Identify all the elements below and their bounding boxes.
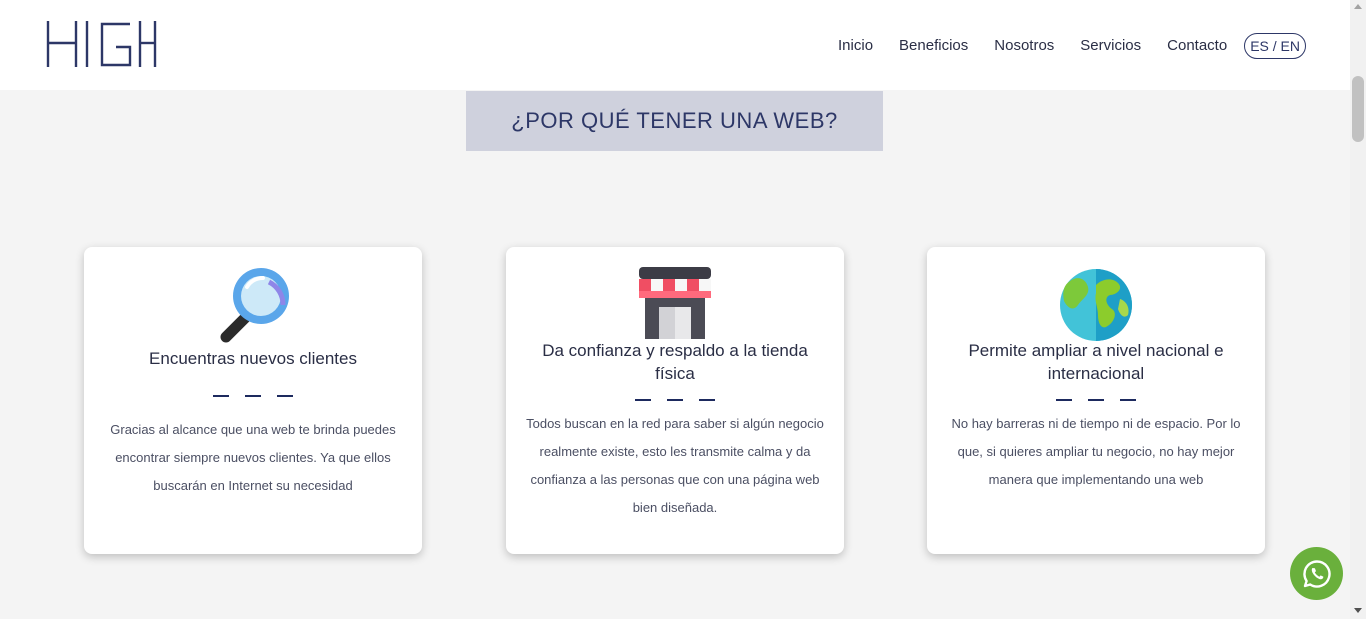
card-title: Permite ampliar a nivel nacional e inter… [968, 341, 1224, 383]
nav-nosotros[interactable]: Nosotros [994, 35, 1054, 57]
section-title: ¿POR QUÉ TENER UNA WEB? [466, 91, 883, 151]
whatsapp-icon [1302, 559, 1331, 588]
nav-inicio[interactable]: Inicio [838, 35, 873, 57]
whatsapp-button[interactable] [1290, 547, 1343, 600]
site-header: Inicio Beneficios Nosotros Servicios Con… [0, 0, 1350, 90]
magnifying-glass-icon [220, 268, 289, 343]
benefit-card-clients: Encuentras nuevos clientes Gracias al al… [84, 247, 422, 554]
nav-beneficios[interactable]: Beneficios [899, 35, 968, 57]
card-text: Todos buscan en la red para saber si alg… [526, 416, 824, 515]
nav-contacto[interactable]: Contacto [1167, 35, 1227, 57]
storefront-icon [639, 267, 711, 339]
scroll-up-arrow-icon[interactable] [1354, 4, 1362, 9]
page-scrollbar[interactable] [1350, 0, 1366, 619]
language-switch[interactable]: ES / EN [1244, 33, 1306, 59]
nav-servicios[interactable]: Servicios [1080, 35, 1141, 57]
card-text: No hay barreras ni de tiempo ni de espac… [951, 416, 1241, 487]
card-divider [1056, 399, 1136, 402]
main-nav: Inicio Beneficios Nosotros Servicios Con… [812, 33, 1306, 59]
scroll-down-arrow-icon[interactable] [1354, 608, 1362, 613]
card-title: Encuentras nuevos clientes [149, 349, 357, 368]
globe-icon [1060, 269, 1132, 341]
card-text: Gracias al alcance que una web te brinda… [110, 422, 396, 493]
card-divider [213, 395, 293, 398]
benefit-card-expand: Permite ampliar a nivel nacional e inter… [927, 247, 1265, 554]
scroll-thumb[interactable] [1352, 76, 1364, 142]
card-divider [635, 399, 715, 402]
high-logo[interactable] [46, 21, 158, 67]
card-title: Da confianza y respaldo a la tienda físi… [542, 341, 808, 383]
benefit-card-trust: Da confianza y respaldo a la tienda físi… [506, 247, 844, 554]
